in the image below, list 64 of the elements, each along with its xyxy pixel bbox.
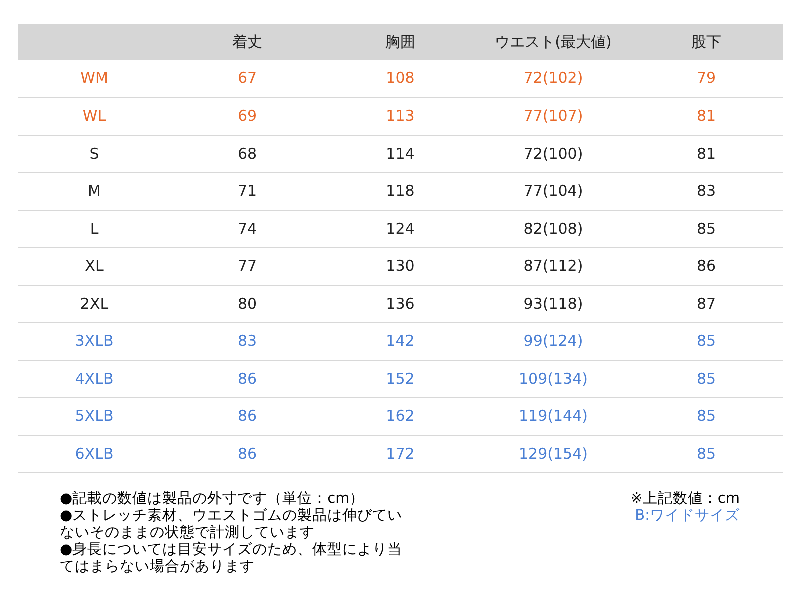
column-header: 股下	[630, 24, 783, 60]
size-label: M	[18, 172, 171, 210]
size-label: XL	[18, 248, 171, 285]
table-cell: 109(134)	[477, 360, 630, 398]
table-cell: 67	[171, 60, 324, 98]
legend-text: B:ワイドサイズ	[635, 508, 740, 525]
table-cell: 99(124)	[477, 322, 630, 360]
table-cell: 77(104)	[477, 172, 630, 210]
table-cell: 81	[630, 98, 783, 135]
table-cell: 129(154)	[477, 435, 630, 472]
table-cell: 72(102)	[477, 60, 630, 98]
table-cell: 79	[630, 60, 783, 98]
unit-note: ※上記数値：cm	[630, 491, 740, 508]
table-cell: 124	[324, 210, 477, 248]
table-cell: 85	[630, 360, 783, 398]
table-cell: 71	[171, 172, 324, 210]
size-label: 3XLB	[18, 322, 171, 360]
table-cell: 93(118)	[477, 285, 630, 322]
size-label: S	[18, 135, 171, 172]
table-cell: 119(144)	[477, 398, 630, 435]
note-text: ●身長については目安サイズのため、体型により当てはまらない場合があります	[60, 542, 404, 576]
size-label: 5XLB	[18, 398, 171, 435]
table-cell: 81	[630, 135, 783, 172]
table-cell: 85	[630, 435, 783, 472]
size-label: L	[18, 210, 171, 248]
table-cell: 162	[324, 398, 477, 435]
note-text: ●記載の数値は製品の外寸です（単位：cm）	[60, 491, 366, 508]
table-cell: 83	[630, 172, 783, 210]
table-cell: 77(107)	[477, 98, 630, 135]
column-header: 胸囲	[324, 24, 477, 60]
table-cell: 118	[324, 172, 477, 210]
note-text: ●ストレッチ素材、ウエストゴムの製品は伸びていないそのままの状態で計測しています	[60, 508, 404, 542]
table-cell: 85	[630, 210, 783, 248]
table-cell: 113	[324, 98, 477, 135]
table-cell: 172	[324, 435, 477, 472]
table-cell: 82(108)	[477, 210, 630, 248]
table-cell: 86	[171, 398, 324, 435]
column-header: ウエスト(最大値)	[477, 24, 630, 60]
column-header: 着丈	[171, 24, 324, 60]
table-cell: 152	[324, 360, 477, 398]
table-cell: 85	[630, 322, 783, 360]
table-cell: 87(112)	[477, 248, 630, 285]
table-cell: 86	[171, 435, 324, 472]
table-cell: 108	[324, 60, 477, 98]
table-cell: 86	[171, 360, 324, 398]
table-cell: 136	[324, 285, 477, 322]
table-cell: 68	[171, 135, 324, 172]
table-cell: 85	[630, 398, 783, 435]
size-label: 6XLB	[18, 435, 171, 472]
size-label: WM	[18, 60, 171, 98]
table-cell: 86	[630, 248, 783, 285]
size-label: 4XLB	[18, 360, 171, 398]
size-label: 2XL	[18, 285, 171, 322]
table-cell: 77	[171, 248, 324, 285]
table-cell: 69	[171, 98, 324, 135]
table-cell: 87	[630, 285, 783, 322]
table-cell: 80	[171, 285, 324, 322]
table-cell: 83	[171, 322, 324, 360]
table-cell: 130	[324, 248, 477, 285]
size-label: WL	[18, 98, 171, 135]
table-cell: 72(100)	[477, 135, 630, 172]
table-cell: 114	[324, 135, 477, 172]
table-cell: 74	[171, 210, 324, 248]
table-cell: 142	[324, 322, 477, 360]
